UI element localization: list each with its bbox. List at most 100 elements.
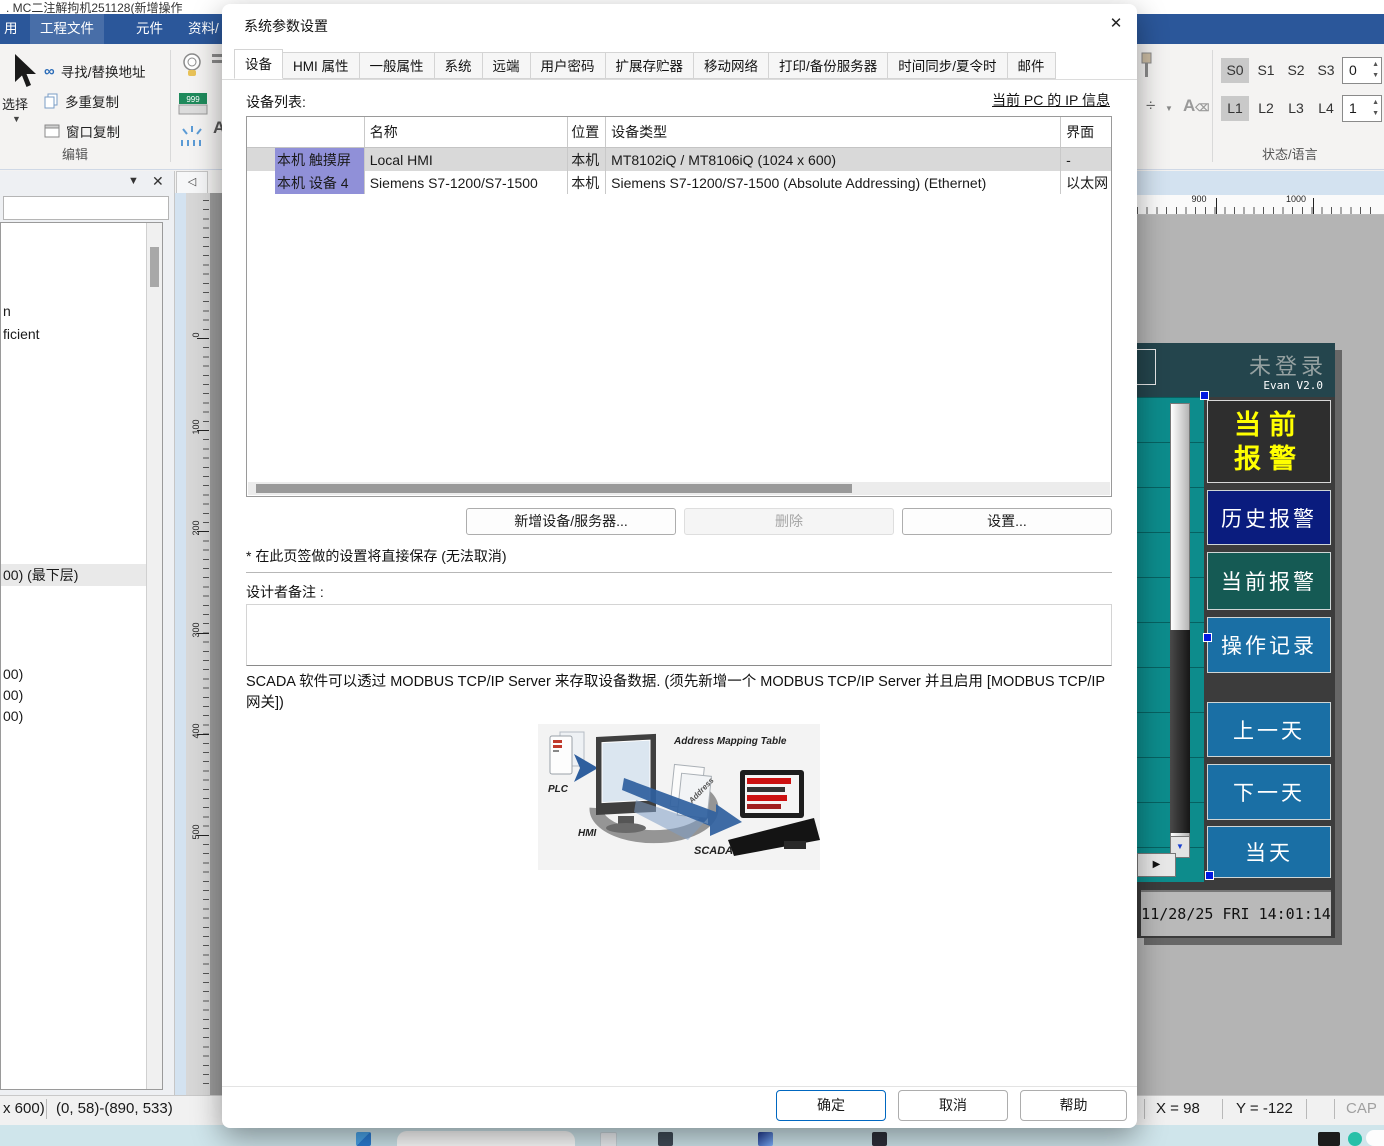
spin-down-icon[interactable]: ▼ — [1372, 110, 1379, 117]
lang-l1-button[interactable]: L1 — [1221, 96, 1249, 121]
clear-format-icon[interactable]: A⌫ — [1183, 96, 1209, 116]
state-s0-button[interactable]: S0 — [1221, 58, 1249, 83]
device-settings-button[interactable]: 设置... — [902, 508, 1112, 535]
state-s1-button[interactable]: S1 — [1252, 58, 1280, 83]
today-button[interactable]: 当天 — [1207, 826, 1331, 878]
lang-l4-button[interactable]: L4 — [1312, 96, 1340, 121]
hidden-icon-fragment — [212, 54, 222, 57]
table-row[interactable]: 本机 设备 4 Siemens S7-1200/S7-1500 本机 Sieme… — [247, 171, 1111, 194]
previous-day-button[interactable]: 上一天 — [1207, 702, 1331, 757]
collapse-panel-tab[interactable]: ◁ — [176, 171, 208, 195]
current-alarm-button[interactable]: 当前报警 — [1207, 552, 1331, 610]
designer-note-textarea[interactable] — [246, 604, 1112, 666]
list-item[interactable]: 00) — [3, 687, 23, 703]
hmi-grid-area[interactable]: ▲ ▼ ▶ — [1137, 397, 1204, 882]
delete-device-button[interactable]: 删除 — [684, 508, 894, 535]
state-s2-button[interactable]: S2 — [1282, 58, 1310, 83]
window-copy-item[interactable]: 窗口复制 — [44, 120, 120, 142]
tab-hmi-attributes[interactable]: HMI 属性 — [283, 52, 360, 79]
tab-remote[interactable]: 远端 — [483, 52, 531, 79]
spin-up-icon[interactable]: ▲ — [1372, 99, 1379, 106]
login-status-text[interactable]: 未登录 — [1249, 349, 1327, 381]
tab-general[interactable]: 一般属性 — [360, 52, 435, 79]
scroll-down-icon: ▼ — [1176, 842, 1184, 851]
list-item[interactable]: 00) — [3, 708, 23, 724]
version-label[interactable]: Evan V2.0 — [1263, 379, 1323, 392]
pc-ip-info-link[interactable]: 当前 PC 的 IP 信息 — [992, 90, 1110, 110]
selection-handle[interactable] — [1200, 391, 1209, 400]
taskbar-app-icon[interactable] — [658, 1132, 673, 1146]
tab-cellular[interactable]: 移动网络 — [694, 52, 769, 79]
list-item[interactable]: 00) — [3, 666, 23, 682]
hmi-scrollbar-thumb[interactable] — [1170, 630, 1190, 833]
table-row[interactable]: 本机 触摸屏 Local HMI 本机 MT8102iQ / MT8106iQ … — [247, 148, 1111, 171]
header-location[interactable]: 位置 — [568, 117, 606, 147]
header-device-type[interactable]: 设备类型 — [606, 117, 1061, 147]
list-item-selected[interactable]: 00) (最下层) — [1, 564, 150, 586]
taskbar-tray-pill[interactable] — [1366, 1130, 1384, 1146]
taskbar-search-pill[interactable] — [397, 1131, 575, 1146]
panel-close-icon[interactable]: ✕ — [152, 173, 164, 190]
blink-effect-icon[interactable] — [178, 124, 206, 155]
lang-l2-button[interactable]: L2 — [1252, 96, 1280, 121]
list-item[interactable]: ficient — [3, 326, 40, 342]
tab-user-password[interactable]: 用户密码 — [531, 52, 606, 79]
selection-handle[interactable] — [1203, 633, 1212, 642]
ribbon-tab-object[interactable]: 元件 — [126, 14, 173, 44]
header-name[interactable]: 名称 — [365, 117, 569, 147]
tab-time-sync-dst[interactable]: 时间同步/夏令时 — [888, 52, 1007, 79]
taskbar-app-icon[interactable] — [758, 1132, 773, 1146]
find-replace-label: 寻找/替换地址 — [61, 61, 146, 81]
panel-filter-input[interactable] — [3, 196, 169, 220]
current-alarm-display-panel[interactable]: 当前 报警 — [1207, 400, 1331, 483]
ribbon-tab-common[interactable]: 用 — [0, 14, 22, 44]
ribbon-tab-project-file[interactable]: 工程文件 — [30, 14, 104, 44]
panel-scrollbar-thumb[interactable] — [150, 247, 159, 287]
history-alarm-button[interactable]: 历史报警 — [1207, 490, 1331, 545]
panel-scrollbar[interactable] — [146, 223, 162, 1089]
device-type: Siemens S7-1200/S7-1500 (Absolute Addres… — [606, 171, 1061, 194]
lang-spinner[interactable]: 1 ▲ ▼ — [1342, 95, 1382, 122]
tab-print-backup-server[interactable]: 打印/备份服务器 — [769, 52, 888, 79]
spin-down-icon[interactable]: ▼ — [1372, 72, 1379, 79]
table-scrollbar-thumb[interactable] — [256, 484, 852, 493]
indicator-light-icon[interactable] — [181, 52, 203, 85]
find-replace-address-item[interactable]: ∞ 寻找/替换地址 — [44, 60, 145, 82]
taskbar-app-icon[interactable] — [1318, 1132, 1340, 1146]
taskbar-app-icon[interactable] — [872, 1132, 887, 1146]
next-day-button[interactable]: 下一天 — [1207, 764, 1331, 820]
select-tool-button[interactable] — [12, 54, 38, 95]
spin-up-icon[interactable]: ▲ — [1372, 61, 1379, 68]
timestamp-display[interactable]: 11/28/25 FRI 14:01:14 — [1141, 890, 1331, 936]
header-interface[interactable]: 界面 — [1061, 117, 1111, 147]
state-spinner[interactable]: 0 ▲ ▼ — [1342, 57, 1382, 84]
help-button[interactable]: 帮助 — [1020, 1090, 1127, 1121]
format-painter-icon[interactable] — [1139, 52, 1155, 87]
hmi-header-object-fragment[interactable] — [1137, 349, 1156, 385]
tab-device[interactable]: 设备 — [234, 49, 283, 79]
find-replace-icon: ∞ — [44, 63, 55, 80]
table-horizontal-scrollbar[interactable] — [248, 482, 1110, 495]
operation-log-button[interactable]: 操作记录 — [1207, 617, 1331, 673]
state-s3-button[interactable]: S3 — [1312, 58, 1340, 83]
numeric-display-icon[interactable]: 999 — [177, 92, 209, 121]
tab-email[interactable]: 邮件 — [1008, 52, 1056, 79]
multi-copy-item[interactable]: 多重复制 — [44, 90, 119, 112]
list-item[interactable]: n — [3, 303, 11, 319]
dialog-close-icon[interactable]: ✕ — [1104, 12, 1128, 36]
add-device-button[interactable]: 新增设备/服务器... — [466, 508, 676, 535]
hmi-horizontal-scrollbar[interactable]: ▶ — [1137, 853, 1176, 877]
align-caret-icon[interactable]: ▼ — [1165, 104, 1173, 113]
selection-handle[interactable] — [1205, 871, 1214, 880]
cancel-button[interactable]: 取消 — [898, 1090, 1008, 1121]
ok-button[interactable]: 确定 — [776, 1090, 886, 1121]
tab-system[interactable]: 系统 — [435, 52, 483, 79]
lang-l3-button[interactable]: L3 — [1282, 96, 1310, 121]
taskbar-start-icon[interactable] — [356, 1132, 371, 1146]
panel-menu-caret-icon[interactable]: ▼ — [128, 175, 139, 187]
align-distribute-icon[interactable]: ÷ — [1146, 96, 1155, 116]
select-dropdown-caret-icon[interactable]: ▼ — [12, 114, 21, 124]
taskbar-app-icon[interactable] — [600, 1132, 617, 1146]
tab-extended-memory[interactable]: 扩展存贮器 — [606, 52, 695, 79]
taskbar-app-icon[interactable] — [1348, 1132, 1362, 1146]
